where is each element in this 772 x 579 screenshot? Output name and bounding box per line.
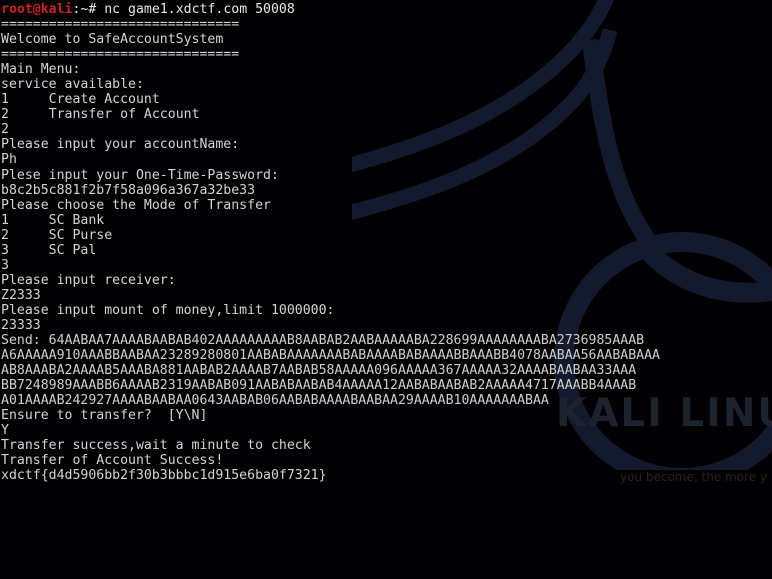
mode-item-key: 3 <box>1 242 9 258</box>
banner-text: Welcome to SafeAccountSystem <box>1 32 224 48</box>
mode-item-sc-pal: 3 SC Pal <box>1 243 772 258</box>
result-success-message: Transfer of Account Success! <box>1 453 224 469</box>
terminal-window[interactable]: KALI LINUX you become, the more y root@k… <box>0 0 772 579</box>
menu-item-key: 2 <box>1 107 9 123</box>
prompt-user-host: root@kali <box>1 2 73 17</box>
input-confirm-transfer: Y <box>1 423 9 439</box>
menu-item-create-account: 1 Create Account <box>1 92 772 107</box>
prompt-receiver: Please input receiver: <box>1 272 176 288</box>
send-payload-chunk: 64AABAA7AAAABAABAB402AAAAAAAAAB8AABAB2AA… <box>48 333 645 349</box>
result-wait-message: Transfer success,wait a minute to check <box>1 438 311 454</box>
shell-prompt-line: root@kali:~# nc game1.xdctf.com 50008 <box>1 2 772 17</box>
input-one-time-password: b8c2b5c881f2b7f58a096a367a32be33 <box>1 182 256 198</box>
prompt-account-name: Please input your accountName: <box>1 137 240 153</box>
input-receiver: Z2333 <box>1 287 41 303</box>
prompt-amount: Please input mount of money,limit 100000… <box>1 302 335 318</box>
mode-item-sc-bank: 1 SC Bank <box>1 213 772 228</box>
prompt-one-time-password: Plese input your One-Time-Password: <box>1 167 279 183</box>
send-payload-line-1: Send: 64AABAA7AAAABAABAB402AAAAAAAAAB8AA… <box>1 333 772 348</box>
send-payload-line-3: AB8AAABA2AAAAB5AAABA881AABAB2AAAAB7AABAB… <box>1 363 637 379</box>
input-amount: 23333 <box>1 317 41 333</box>
menu-item-label: Transfer of Account <box>48 107 200 123</box>
menu-choice-echo: 2 <box>1 122 9 138</box>
send-payload-line-4: BB7248989AAABB6AAAAB2319AABAB091AABABAAB… <box>1 378 637 394</box>
mode-item-key: 2 <box>1 227 9 243</box>
main-menu-heading: Main Menu: <box>1 62 81 78</box>
mode-item-sc-purse: 2 SC Purse <box>1 228 772 243</box>
prompt-path-sigil: :~# <box>72 2 97 17</box>
menu-item-spacer <box>9 107 49 122</box>
menu-item-spacer <box>9 92 49 107</box>
prompt-transfer-mode: Please choose the Mode of Transfer <box>1 197 271 213</box>
mode-item-spacer <box>9 228 49 243</box>
banner-rule-bottom: ============================== <box>1 47 240 63</box>
send-payload-line-2: A6AAAAA910AAABBAABAA23289280801AABABAAAA… <box>1 348 660 364</box>
prompt-confirm-transfer: Ensure to transfer? [Y\N] <box>1 408 208 424</box>
service-available-heading: service available: <box>1 77 144 93</box>
mode-item-spacer <box>9 213 49 228</box>
mode-item-label: SC Bank <box>48 212 105 228</box>
ctf-flag: xdctf{d4d5906bb2f30b3bbbc1d915e6ba0f7321… <box>1 468 327 484</box>
menu-item-transfer-account: 2 Transfer of Account <box>1 107 772 122</box>
mode-item-label: SC Purse <box>48 227 113 243</box>
mode-choice-echo: 3 <box>1 257 9 273</box>
send-payload-line-5: A01AAAAB242927AAAABAABAA0643AABAB06AABAB… <box>1 393 549 409</box>
send-label: Send: <box>1 333 49 349</box>
mode-item-spacer <box>9 243 49 258</box>
menu-item-key: 1 <box>1 92 9 108</box>
input-account-name: Ph <box>1 152 17 168</box>
terminal-screen[interactable]: root@kali:~# nc game1.xdctf.com 50008 ==… <box>0 0 772 484</box>
banner-rule-top: ============================== <box>1 17 240 33</box>
menu-item-label: Create Account <box>48 92 160 108</box>
shell-command: nc game1.xdctf.com 50008 <box>96 2 295 17</box>
mode-item-key: 1 <box>1 212 9 228</box>
mode-item-label: SC Pal <box>48 242 97 258</box>
